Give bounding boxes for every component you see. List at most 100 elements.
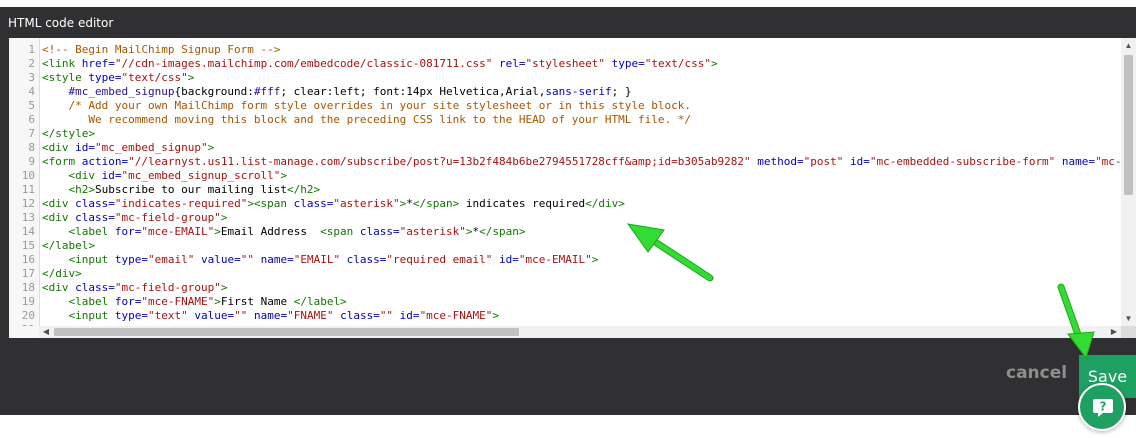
code-line[interactable]: 6 We recommend moving this block and the… <box>9 113 1121 127</box>
cancel-button[interactable]: cancel <box>1006 363 1067 383</box>
scroll-up-icon[interactable]: ▲ <box>1121 38 1136 53</box>
code-editor[interactable]: 1 <!-- Begin MailChimp Signup Form --> 2 <l… <box>9 38 1136 338</box>
code-token: "text/css" <box>644 57 711 70</box>
code-line-text: /* Add your own MailChimp form style ove… <box>42 99 691 113</box>
code-line[interactable]: 18 <div class="mc-field-group"> <box>9 281 1121 295</box>
line-number: 1 <box>28 43 35 56</box>
code-token: "mc-e <box>1095 155 1121 168</box>
code-token: <!-- Begin MailChimp Signup Form --> <box>42 43 281 56</box>
code-line-text: <form action="//learnyst.us11.list-manag… <box>42 155 1121 169</box>
code-token: name= <box>253 253 294 266</box>
horizontal-scrollbar[interactable]: ◀ ▶ <box>39 326 1121 338</box>
code-token: #fff <box>253 85 281 98</box>
code-line[interactable]: 15 </label> <box>9 239 1121 253</box>
code-token: > <box>220 281 228 294</box>
code-token: rel= <box>492 57 526 70</box>
code-token: id= <box>492 253 519 266</box>
code-line[interactable]: 5 /* Add your own MailChimp form style o… <box>9 99 1121 113</box>
line-number: 4 <box>28 85 35 98</box>
code-line-text: <div class="indicates-required"><span cl… <box>42 197 625 211</box>
scroll-right-icon[interactable]: ▶ <box>1107 326 1121 338</box>
help-chat-button[interactable]: ? <box>1078 383 1126 431</box>
code-token: name= <box>247 309 288 322</box>
horizontal-scroll-thumb[interactable] <box>54 328 519 336</box>
code-token: ; clear:left; font:14px Helvetica,Arial, <box>280 85 546 98</box>
code-token: <label <box>42 225 109 238</box>
code-token: </div> <box>585 197 625 210</box>
code-token: <input <box>42 309 109 322</box>
code-token: {background: <box>174 85 254 98</box>
page-top-strip <box>0 0 1136 7</box>
code-line[interactable]: 3 <style type="text/css"> <box>9 71 1121 85</box>
line-number: 6 <box>28 113 35 126</box>
line-number: 15 <box>21 239 35 252</box>
code-token: type= <box>81 71 122 84</box>
code-token: id= <box>94 169 122 182</box>
code-text-area[interactable]: 1 <!-- Begin MailChimp Signup Form --> 2 <l… <box>9 43 1121 326</box>
line-number: 2 <box>28 57 35 70</box>
code-line[interactable]: 16 <input type="email" value="" name="EM… <box>9 253 1121 267</box>
code-line[interactable]: 12 <div class="indicates-required"><span … <box>9 197 1121 211</box>
code-line-text: <div id="mc_embed_signup"> <box>42 141 214 155</box>
code-line-text: <div class="mc-field-group"> <box>42 211 227 225</box>
code-line[interactable]: 1 <!-- Begin MailChimp Signup Form --> <box>9 43 1121 57</box>
line-number: 18 <box>21 281 35 294</box>
code-token: name= <box>1055 155 1096 168</box>
code-token: type= <box>108 309 148 322</box>
code-line[interactable]: 8 <div id="mc_embed_signup"> <box>9 141 1121 155</box>
code-token: "mc-field-group" <box>114 211 221 224</box>
code-line[interactable]: 10 <div id="mc_embed_signup_scroll"> <box>9 169 1121 183</box>
code-token: "indicates-required" <box>114 197 248 210</box>
code-line[interactable]: 7 </style> <box>9 127 1121 141</box>
code-line-text: </label> <box>42 239 95 253</box>
line-number: 12 <box>21 197 35 210</box>
code-token: value= <box>194 253 241 266</box>
code-token: class= <box>68 197 115 210</box>
code-line[interactable]: 4 #mc_embed_signup{background:#fff; clea… <box>9 85 1121 99</box>
line-number: 3 <box>28 71 35 84</box>
code-line[interactable]: 17 </div> <box>9 267 1121 281</box>
code-line[interactable]: 20 <input type="text" value="" name="FNA… <box>9 309 1121 323</box>
code-line[interactable]: 2 <link href="//cdn-images.mailchimp.com/… <box>9 57 1121 71</box>
code-token: > <box>214 225 221 238</box>
code-token: "EMAIL" <box>293 253 341 266</box>
code-token: type= <box>604 57 645 70</box>
code-token: <label <box>42 295 109 308</box>
code-line[interactable]: 14 <label for="mce-EMAIL">Email Address … <box>9 225 1121 239</box>
code-line[interactable]: 19 <label for="mce-FNAME">First Name </l… <box>9 295 1121 309</box>
code-token: method= <box>750 155 804 168</box>
code-token: <div <box>42 141 69 154</box>
code-token: class= <box>68 211 115 224</box>
code-token: > <box>187 71 195 84</box>
code-token: > <box>465 225 473 238</box>
code-token: <input <box>42 253 109 266</box>
vertical-scroll-thumb[interactable] <box>1124 55 1133 195</box>
line-number: 17 <box>21 267 35 280</box>
code-token: > <box>591 253 599 266</box>
code-token: Email Address <box>220 225 321 238</box>
scroll-down-icon[interactable]: ▼ <box>1121 311 1136 326</box>
code-token: </div> <box>42 267 82 280</box>
code-line-text: <input type="email" value="" name="EMAIL… <box>42 253 598 267</box>
code-token: <link <box>42 57 76 70</box>
code-token: for= <box>108 225 142 238</box>
scroll-left-icon[interactable]: ◀ <box>39 326 53 338</box>
line-number: 11 <box>21 183 35 196</box>
code-line-text: <!-- Begin MailChimp Signup Form --> <box>42 43 280 57</box>
code-token: for= <box>108 295 142 308</box>
code-token: "asterisk" <box>399 225 466 238</box>
code-token: "required email" <box>386 253 493 266</box>
code-line[interactable]: 9 <form action="//learnyst.us11.list-mana… <box>9 155 1121 169</box>
code-line-text: </style> <box>42 127 95 141</box>
vertical-scrollbar[interactable]: ▲ ▼ <box>1121 38 1136 326</box>
code-line[interactable]: 13 <div class="mc-field-group"> <box>9 211 1121 225</box>
code-token: sans-serif <box>545 85 612 98</box>
dialog-title: HTML code editor <box>8 16 114 30</box>
code-token: "" <box>240 253 254 266</box>
line-number: 8 <box>28 141 35 154</box>
code-line[interactable]: 11 <h2>Subscribe to our mailing list</h2… <box>9 183 1121 197</box>
code-line-text: <style type="text/css"> <box>42 71 194 85</box>
scrollbar-corner <box>1121 326 1136 338</box>
code-token: class= <box>333 309 380 322</box>
code-token: > <box>214 295 221 308</box>
